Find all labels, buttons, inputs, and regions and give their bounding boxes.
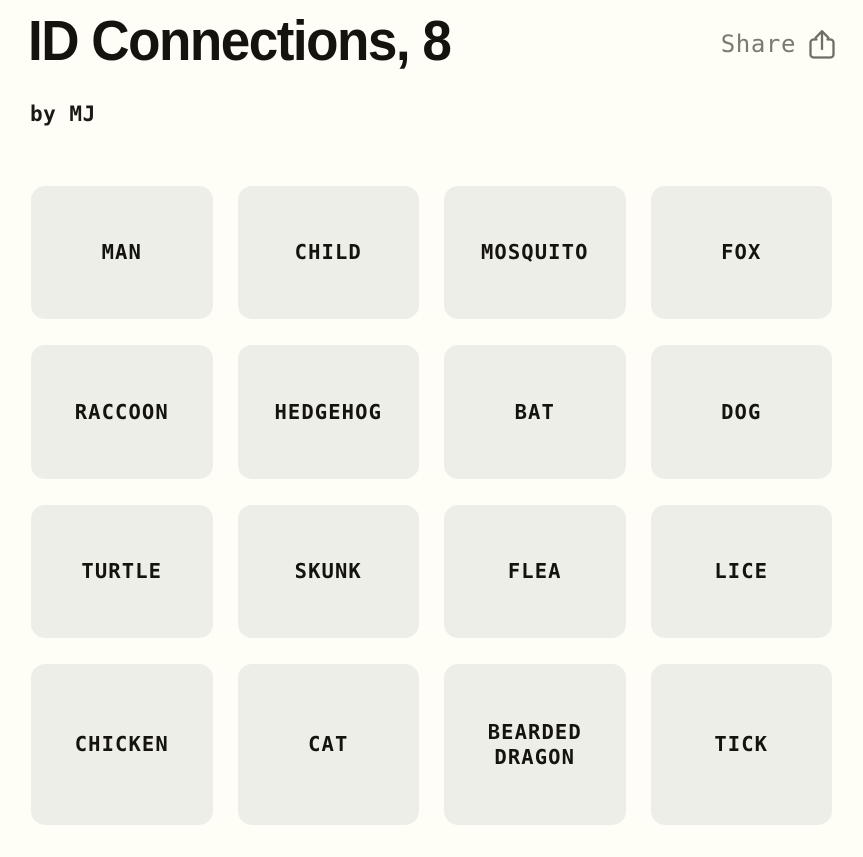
word-tile-label: LICE — [714, 559, 769, 583]
word-tile-label: BEARDED DRAGON — [487, 719, 582, 769]
word-tile[interactable]: SKUNK — [237, 505, 419, 638]
word-tile[interactable]: DOG — [650, 345, 832, 479]
page-title: ID Connections, 8 — [28, 9, 452, 73]
share-button-label: Share — [720, 30, 796, 58]
byline: by MJ — [30, 102, 96, 126]
word-tile-label: DOG — [721, 399, 762, 424]
word-tile[interactable]: CHILD — [237, 186, 419, 319]
word-tile-label: TURTLE — [81, 559, 163, 583]
connections-game-page: ID Connections, 8 by MJ Share MAN CHILD MO… — [0, 0, 863, 857]
word-tile[interactable]: HEDGEHOG — [237, 345, 419, 479]
word-tile[interactable]: FLEA — [444, 505, 626, 638]
share-icon — [807, 28, 837, 60]
word-tile-label: FLEA — [507, 559, 562, 583]
word-tile-label: CHICKEN — [74, 732, 169, 756]
word-tile[interactable]: RACCOON — [31, 345, 213, 479]
word-tile[interactable]: FOX — [650, 186, 832, 319]
word-tile[interactable]: BAT — [444, 345, 626, 479]
word-tile-label: MAN — [101, 240, 142, 264]
word-tile-label: CAT — [308, 732, 349, 756]
word-tile-label: RACCOON — [74, 399, 169, 424]
word-tile[interactable]: MAN — [31, 186, 213, 319]
word-tile-label: CHILD — [294, 240, 362, 264]
word-tile-label: HEDGEHOG — [274, 399, 383, 424]
word-tile[interactable]: LICE — [650, 505, 832, 638]
word-grid: MAN CHILD MOSQUITO FOX RACCOON HEDGEHOG BAT DOG… — [31, 186, 832, 825]
word-tile[interactable]: BEARDED DRAGON — [444, 664, 626, 825]
word-tile-label: SKUNK — [294, 559, 362, 583]
share-button[interactable]: Share — [721, 22, 837, 66]
word-tile[interactable]: TICK — [650, 664, 832, 825]
word-tile-label: BAT — [514, 399, 555, 424]
word-tile[interactable]: CHICKEN — [31, 664, 213, 825]
page-header: ID Connections, 8 by MJ Share — [0, 0, 863, 150]
word-tile[interactable]: TURTLE — [31, 505, 213, 638]
word-tile-label: FOX — [721, 240, 762, 264]
word-tile[interactable]: CAT — [237, 664, 419, 825]
word-tile-label: MOSQUITO — [480, 240, 589, 264]
word-tile-label: TICK — [714, 732, 769, 756]
word-tile[interactable]: MOSQUITO — [444, 186, 626, 319]
